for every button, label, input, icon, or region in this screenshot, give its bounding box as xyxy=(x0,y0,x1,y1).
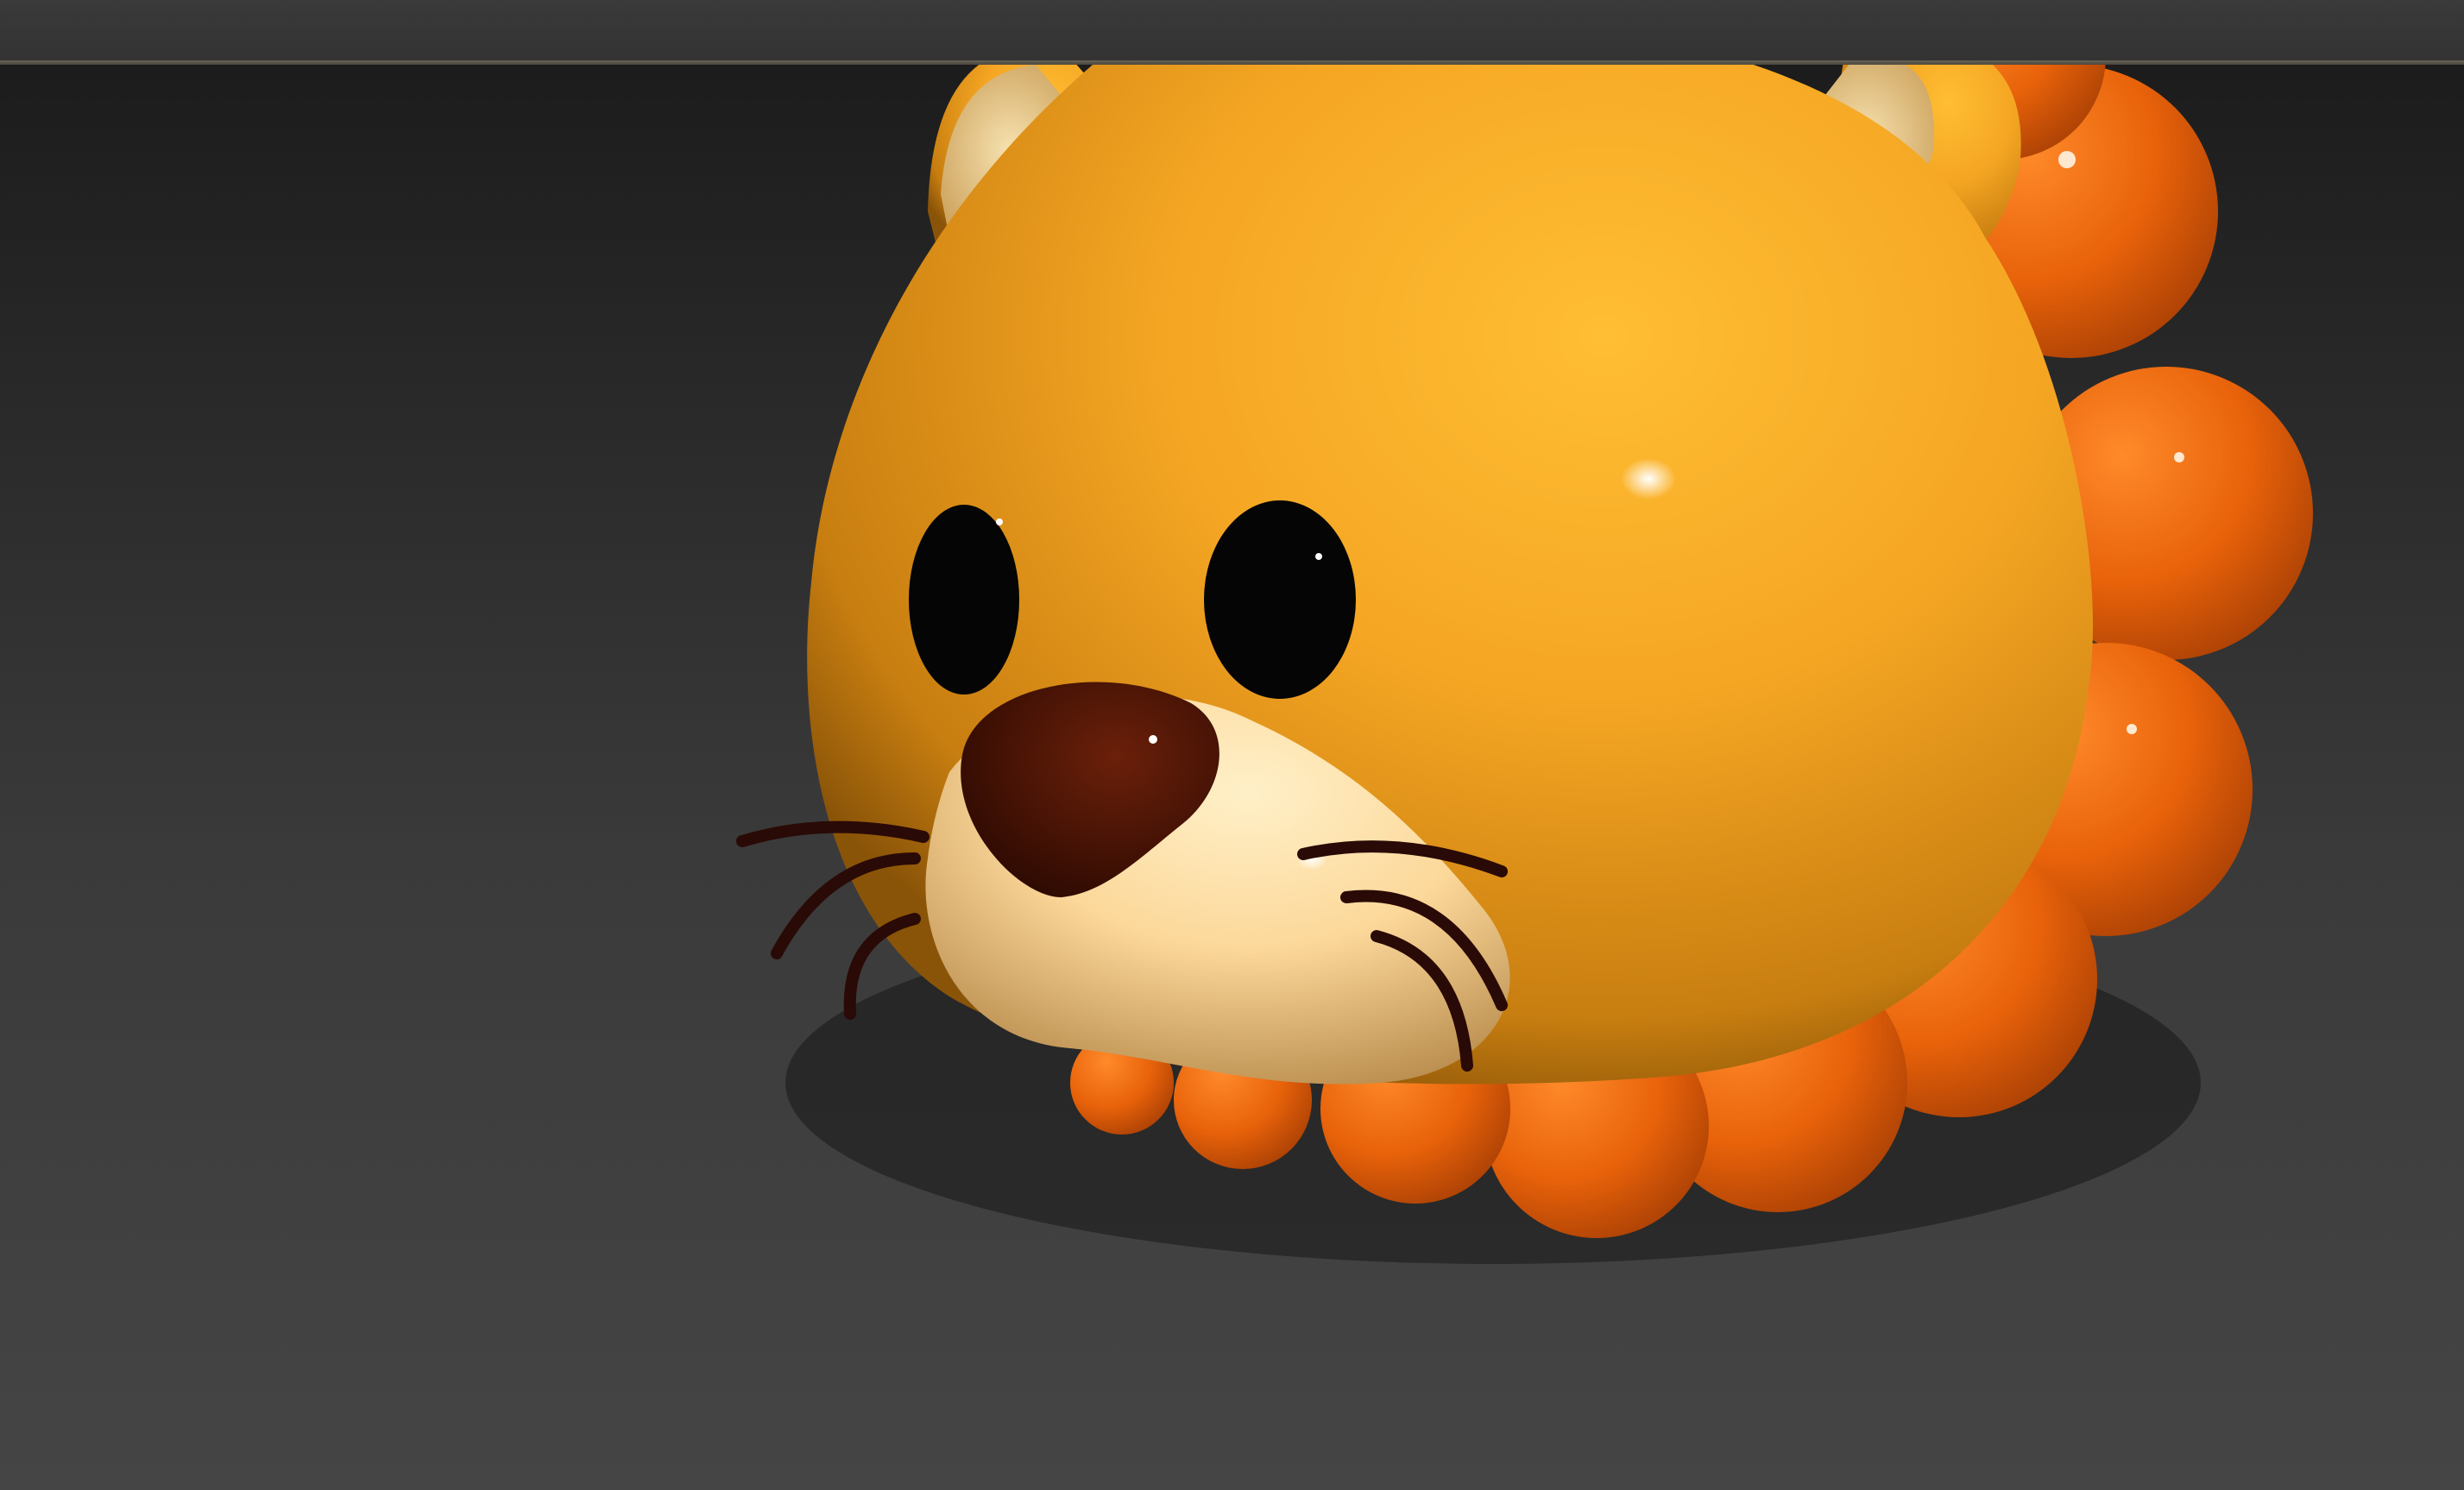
top-toolbar xyxy=(0,0,2464,60)
left-eye xyxy=(909,505,1019,695)
lion-model-render[interactable] xyxy=(0,65,2464,1490)
3d-viewport[interactable] xyxy=(0,65,2464,1490)
app-window xyxy=(0,0,2464,1490)
right-eye xyxy=(1204,500,1356,699)
